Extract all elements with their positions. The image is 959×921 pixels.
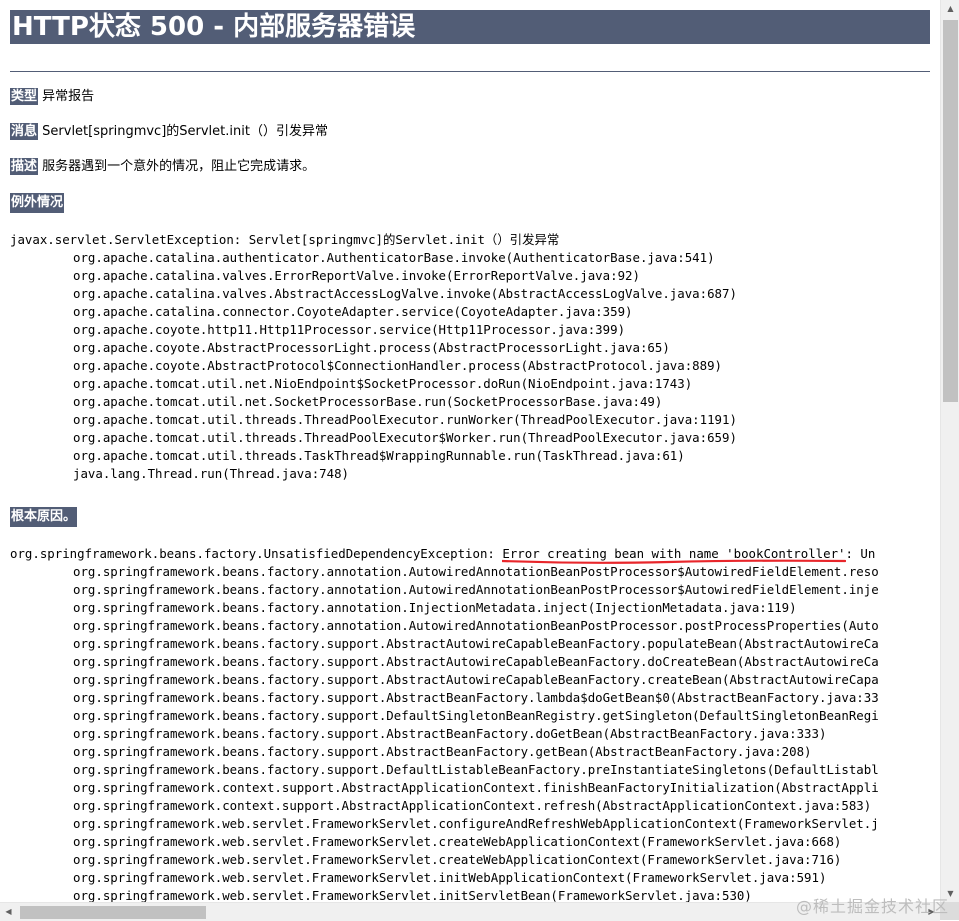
stack-frame-line: org.apache.tomcat.util.net.SocketProcess… [73,394,663,409]
stack-frame-line: org.springframework.beans.factory.suppor… [73,744,812,759]
stack-frame-line: org.springframework.beans.factory.annota… [73,618,879,633]
stack-frame-line: org.apache.catalina.connector.CoyoteAdap… [73,304,633,319]
message-label: 消息 [10,123,39,140]
stack-frame-line: java.lang.Thread.run(Thread.java:748) [73,466,350,481]
root-cause-stacktrace: org.springframework.beans.factory.Unsati… [10,545,930,902]
stack-frame-line: org.springframework.beans.factory.suppor… [73,654,879,669]
stack-frame-line: org.apache.tomcat.util.net.NioEndpoint$S… [73,376,693,391]
description-label: 描述 [10,158,39,175]
stack-frame-line: org.apache.catalina.valves.ErrorReportVa… [73,268,640,283]
stack-frame-line: org.springframework.web.servlet.Framewor… [73,870,827,885]
description-value: 服务器遇到一个意外的情况，阻止它完成请求。 [42,159,316,174]
type-value: 异常报告 [42,89,95,104]
exception-stacktrace: javax.servlet.ServletException: Servlet[… [10,231,930,483]
stack-frame-line: org.apache.coyote.AbstractProcessorLight… [73,340,670,355]
scroll-up-arrow-icon[interactable]: ▲ [941,0,959,17]
description-row: 描述 服务器遇到一个意外的情况，阻止它完成请求。 [10,157,930,177]
stack-frame-line: org.springframework.beans.factory.annota… [73,600,797,615]
stack-frame-line: org.springframework.beans.factory.suppor… [73,636,879,651]
stack-frame-line: org.springframework.beans.factory.suppor… [73,672,879,687]
stack-frame-line: org.springframework.context.support.Abst… [73,780,879,795]
stack-frame-line: org.apache.coyote.http11.Http11Processor… [73,322,626,337]
vertical-scrollbar[interactable]: ▲ ▼ [940,0,959,902]
root-cause-section-title: 根本原因。 [10,507,78,527]
stack-frame-line: org.apache.coyote.AbstractProtocol$Conne… [73,358,723,373]
root-cause-head-prefix: org.springframework.beans.factory.Unsati… [10,546,503,561]
stack-frame-line: org.springframework.context.support.Abst… [73,798,872,813]
highlighted-error-text: Error creating bean with name 'bookContr… [502,546,846,564]
watermark: @稀土掘金技术社区 [795,897,949,916]
stack-frame-line: org.apache.catalina.authenticator.Authen… [73,250,715,265]
stack-frame-line: org.springframework.web.servlet.Framewor… [73,834,842,849]
scroll-left-arrow-icon[interactable]: ◀ [0,903,17,921]
vertical-scroll-thumb[interactable] [943,20,958,402]
exception-head: javax.servlet.ServletException: Servlet[… [10,232,560,247]
red-underline-annotation [502,558,846,566]
stack-frame-line: org.springframework.beans.factory.suppor… [73,690,879,705]
stack-frame-line: org.springframework.beans.factory.suppor… [73,762,879,777]
stack-frame-line: org.apache.catalina.valves.AbstractAcces… [73,286,737,301]
root-cause-head: org.springframework.beans.factory.Unsati… [10,545,930,564]
stack-frame-line: org.springframework.web.servlet.Framewor… [73,852,842,867]
page-viewport: HTTP状态 500 - 内部服务器错误 类型 异常报告 消息 Servlet[… [0,0,940,902]
error-page: HTTP状态 500 - 内部服务器错误 类型 异常报告 消息 Servlet[… [0,0,940,902]
stack-frame-line: org.springframework.web.servlet.Framewor… [73,888,752,902]
stack-frame-line: org.apache.tomcat.util.threads.ThreadPoo… [73,430,737,445]
type-label: 类型 [10,88,39,105]
stack-frame-line: org.apache.tomcat.util.threads.ThreadPoo… [73,412,737,427]
stack-frame-line: org.springframework.beans.factory.suppor… [73,726,827,741]
stack-frame-line: org.springframework.web.servlet.Framewor… [73,816,879,831]
stack-frame-line: org.apache.tomcat.util.threads.TaskThrea… [73,448,685,463]
stack-frame-line: org.springframework.beans.factory.suppor… [73,708,879,723]
exception-section-title: 例外情况 [10,193,65,213]
page-title: HTTP状态 500 - 内部服务器错误 [10,10,930,44]
horizontal-scroll-thumb[interactable] [20,906,206,919]
title-divider [10,71,930,72]
stack-frame-line: org.springframework.beans.factory.annota… [73,582,879,597]
message-value: Servlet[springmvc]的Servlet.init（）引发异常 [42,124,328,139]
root-cause-head-suffix: : Un [845,546,876,561]
message-row: 消息 Servlet[springmvc]的Servlet.init（）引发异常 [10,122,930,142]
type-row: 类型 异常报告 [10,87,930,107]
